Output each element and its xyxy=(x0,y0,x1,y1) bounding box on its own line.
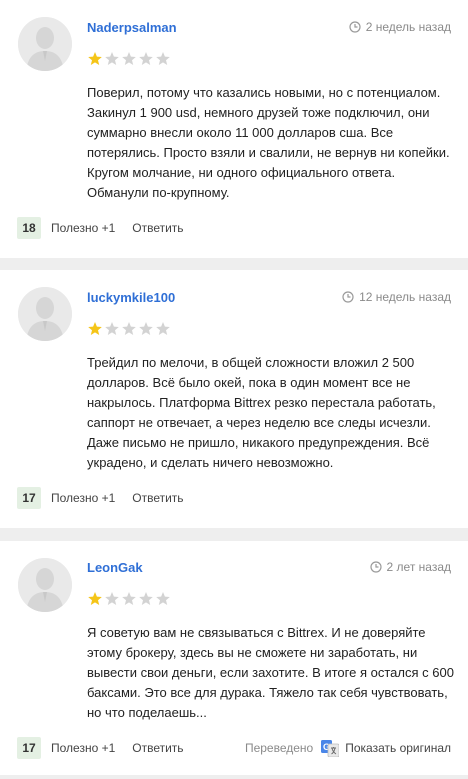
star-filled-icon xyxy=(88,52,102,65)
star-filled-icon xyxy=(88,592,102,605)
reply-button[interactable]: Ответить xyxy=(132,221,183,235)
review-text: Поверил, потому что казались новыми, но … xyxy=(87,85,450,200)
helpful-score-badge: 17 xyxy=(17,737,41,759)
review-username[interactable]: Naderpsalman xyxy=(87,20,177,35)
review-footer: 17 Полезно +1 Ответить xyxy=(17,487,451,509)
user-silhouette-icon xyxy=(18,17,72,71)
star-empty-icon xyxy=(139,592,153,605)
review-time: 2 лет назад xyxy=(369,560,451,574)
star-empty-icon xyxy=(105,592,119,605)
review-text: Я советую вам не связываться с Bittrex. … xyxy=(87,625,454,720)
star-empty-icon xyxy=(105,52,119,65)
review-card: luckymkile100 12 недель назад Трейдил по… xyxy=(0,270,468,528)
star-empty-icon xyxy=(122,322,136,335)
review-time: 2 недель назад xyxy=(349,20,451,34)
clock-icon xyxy=(349,21,361,33)
helpful-button[interactable]: Полезно +1 xyxy=(51,221,115,235)
star-filled-icon xyxy=(88,322,102,335)
star-empty-icon xyxy=(156,592,170,605)
review-time: 12 недель назад xyxy=(342,290,451,304)
review-time-label: 2 лет назад xyxy=(386,560,451,574)
helpful-score-badge: 18 xyxy=(17,217,41,239)
star-empty-icon xyxy=(122,592,136,605)
show-original-button[interactable]: Показать оригинал xyxy=(345,741,451,755)
clock-icon xyxy=(369,561,382,573)
star-empty-icon xyxy=(105,322,119,335)
helpful-button[interactable]: Полезно +1 xyxy=(51,741,115,755)
review-time-label: 2 недель назад xyxy=(365,20,451,34)
avatar[interactable] xyxy=(18,558,72,612)
helpful-button[interactable]: Полезно +1 xyxy=(51,491,115,505)
star-empty-icon xyxy=(139,322,153,335)
star-empty-icon xyxy=(156,322,170,335)
avatar[interactable] xyxy=(18,17,72,71)
review-username[interactable]: luckymkile100 xyxy=(87,290,175,305)
rating-stars xyxy=(87,51,171,67)
google-translate-icon: G xyxy=(321,740,340,757)
rating-stars xyxy=(87,591,171,607)
star-empty-icon xyxy=(122,52,136,65)
review-card: Naderpsalman 2 недель назад Поверил, пот… xyxy=(0,0,468,258)
star-empty-icon xyxy=(139,52,153,65)
review-footer: 17 Полезно +1 Ответить Переведено G Пока… xyxy=(17,737,451,759)
review-username[interactable]: LeonGak xyxy=(87,560,143,575)
translated-label: Переведено xyxy=(244,741,314,755)
avatar[interactable] xyxy=(18,287,72,341)
reply-button[interactable]: Ответить xyxy=(132,491,183,505)
reply-button[interactable]: Ответить xyxy=(132,741,183,755)
clock-icon xyxy=(342,291,354,303)
review-time-label: 12 недель назад xyxy=(359,290,451,304)
review-card: LeonGak 2 лет назад Я советую вам не свя… xyxy=(0,541,468,775)
review-footer: 18 Полезно +1 Ответить xyxy=(17,217,451,239)
user-silhouette-icon xyxy=(18,287,72,341)
review-text: Трейдил по мелочи, в общей сложности вло… xyxy=(87,355,436,470)
helpful-score-badge: 17 xyxy=(17,487,41,509)
user-silhouette-icon xyxy=(18,558,72,612)
rating-stars xyxy=(87,321,171,337)
star-empty-icon xyxy=(156,52,170,65)
